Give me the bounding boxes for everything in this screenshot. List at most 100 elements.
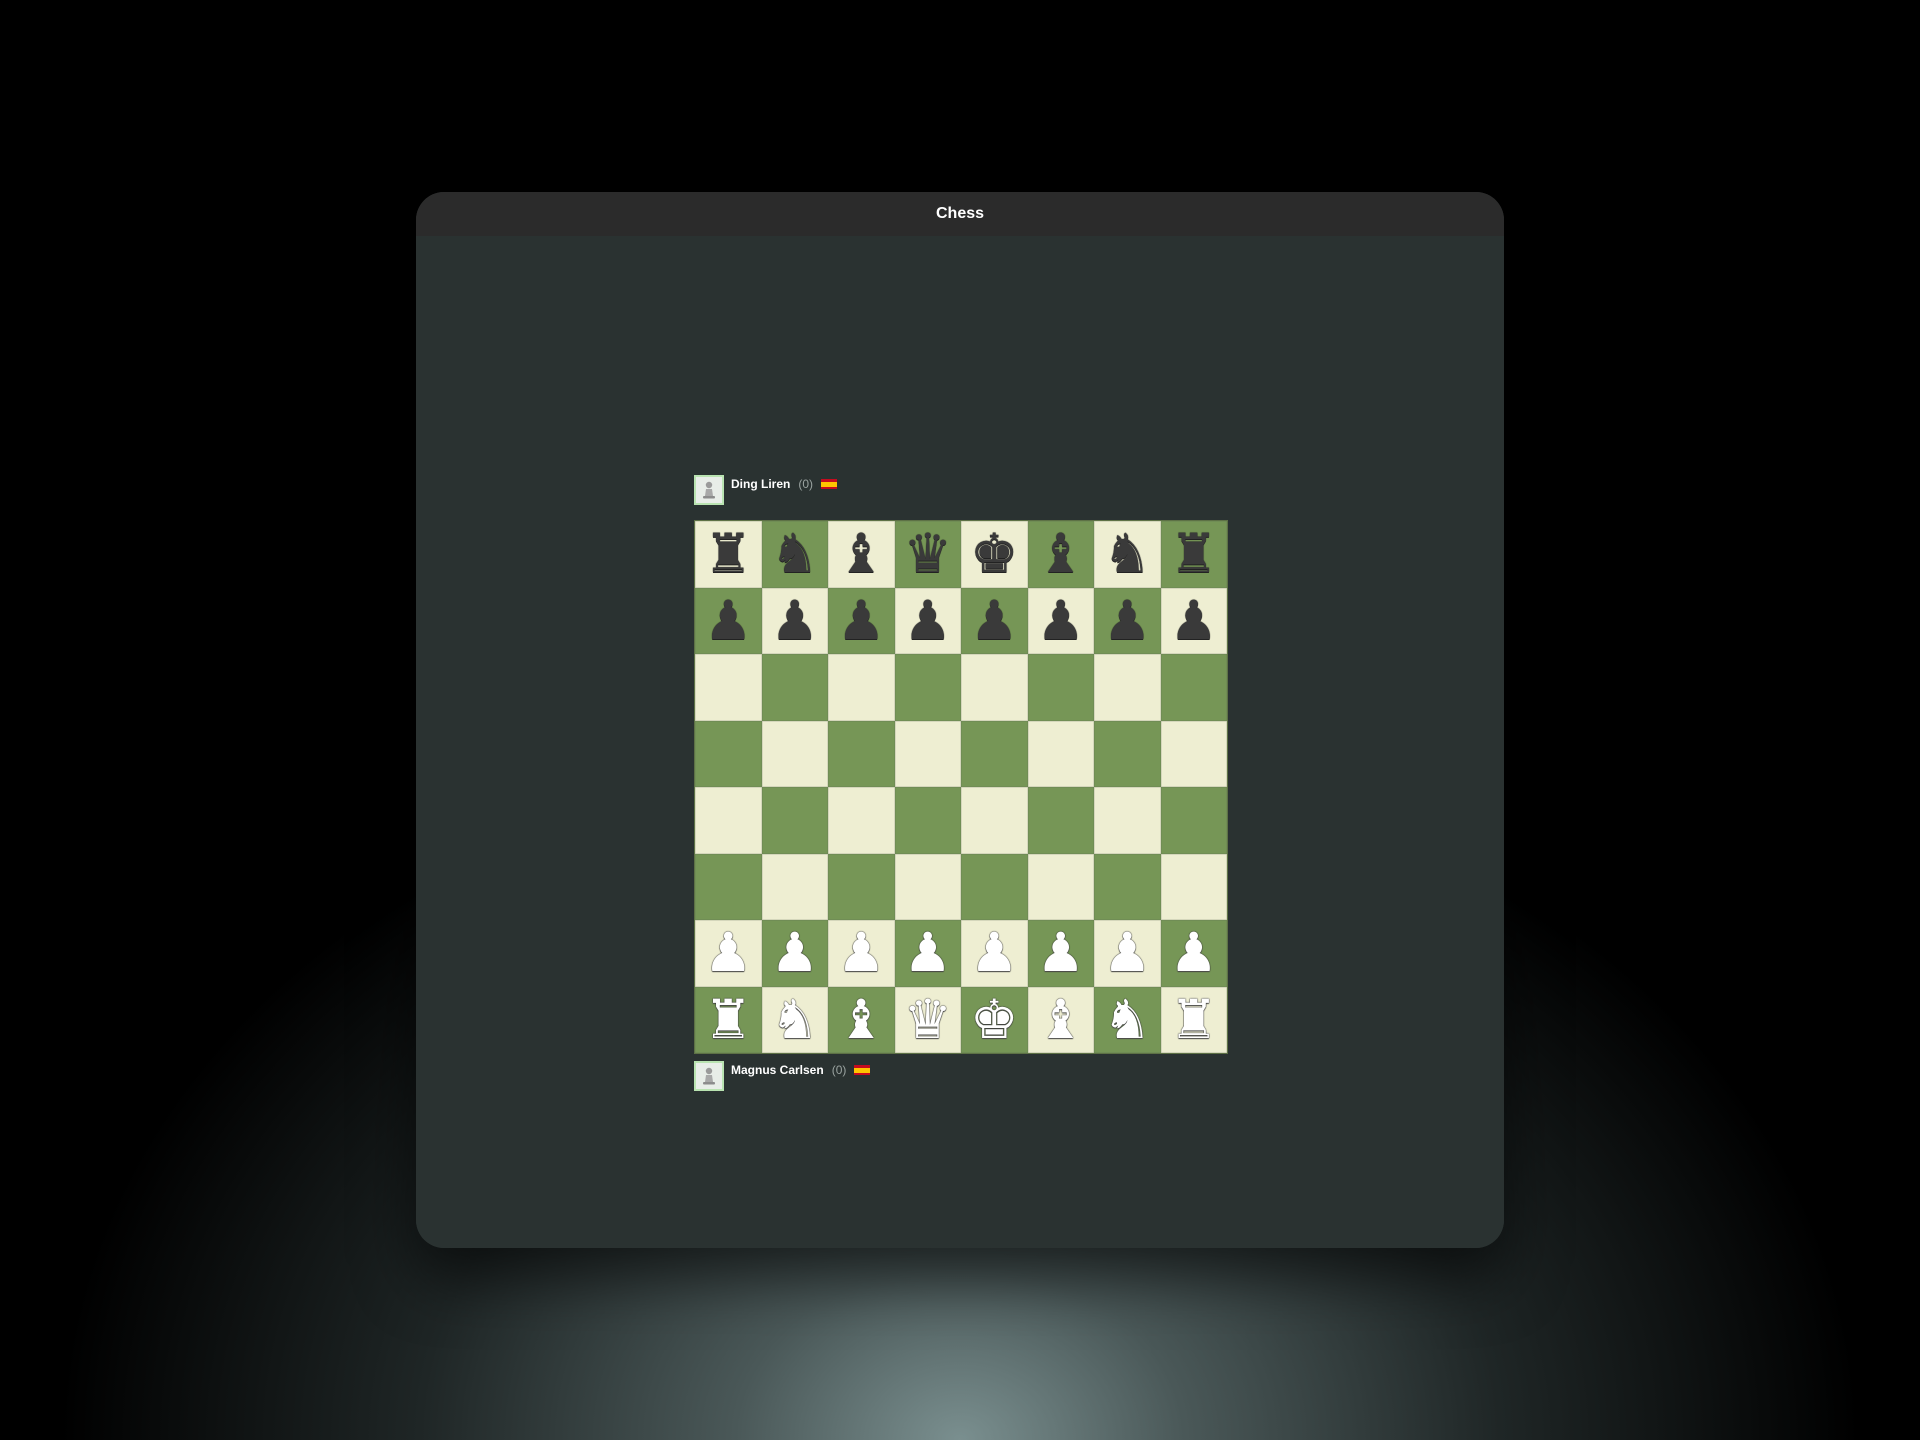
chess-board[interactable]: ♜ ♞ ♝ ♛ ♚ ♝ ♞ ♜ ♟ ♟ ♟ ♟ ♟ ♟ ♟ ♟ ♟ ♟ ♟ ♟ ♟ ♟ ♟ ♟ ♜ ♞ ♝ ♛ ♚ ♝ ♞ ♜	[694, 520, 1228, 1054]
black-knight-icon[interactable]: ♞	[771, 527, 819, 581]
square-c8[interactable]: ♝	[828, 521, 895, 588]
square-b7[interactable]: ♟	[761, 587, 828, 654]
black-pawn-icon[interactable]: ♟	[704, 593, 752, 648]
white-pawn-icon[interactable]: ♟	[837, 926, 885, 980]
square-h5[interactable]	[1160, 720, 1227, 787]
square-d7[interactable]: ♟	[894, 587, 961, 654]
square-d5[interactable]	[894, 720, 961, 787]
square-c1[interactable]: ♝	[828, 986, 895, 1053]
white-queen-icon[interactable]: ♛	[904, 992, 952, 1047]
square-d3[interactable]	[894, 853, 961, 920]
opponent-name[interactable]: Ding Liren	[731, 477, 790, 491]
square-f1[interactable]: ♝	[1027, 986, 1094, 1053]
black-rook-icon[interactable]: ♜	[1170, 527, 1218, 581]
square-b6[interactable]	[761, 654, 828, 721]
black-pawn-icon[interactable]: ♟	[837, 593, 885, 648]
player-name[interactable]: Magnus Carlsen	[731, 1063, 824, 1077]
white-pawn-icon[interactable]: ♟	[771, 926, 819, 980]
square-a5[interactable]	[695, 720, 762, 787]
square-b8[interactable]: ♞	[761, 521, 828, 588]
square-h3[interactable]	[1160, 853, 1227, 920]
square-c6[interactable]	[828, 654, 895, 721]
square-a4[interactable]	[695, 787, 762, 854]
square-b4[interactable]	[761, 787, 828, 854]
square-a1[interactable]: ♜	[695, 986, 762, 1053]
square-b1[interactable]: ♞	[761, 986, 828, 1053]
white-rook-icon[interactable]: ♜	[1170, 992, 1218, 1047]
square-a6[interactable]	[695, 654, 762, 721]
square-b3[interactable]	[761, 853, 828, 920]
square-e5[interactable]	[961, 720, 1028, 787]
square-h7[interactable]: ♟	[1160, 587, 1227, 654]
black-pawn-icon[interactable]: ♟	[1037, 593, 1085, 648]
square-c7[interactable]: ♟	[828, 587, 895, 654]
square-c4[interactable]	[828, 787, 895, 854]
square-h8[interactable]: ♜	[1160, 521, 1227, 588]
black-pawn-icon[interactable]: ♟	[904, 593, 952, 648]
square-e8[interactable]: ♚	[961, 521, 1028, 588]
square-a2[interactable]: ♟	[695, 920, 762, 987]
white-knight-icon[interactable]: ♞	[771, 992, 819, 1047]
square-d8[interactable]: ♛	[894, 521, 961, 588]
square-d2[interactable]: ♟	[894, 920, 961, 987]
square-g4[interactable]	[1094, 787, 1161, 854]
square-f4[interactable]	[1027, 787, 1094, 854]
square-f6[interactable]	[1027, 654, 1094, 721]
square-d4[interactable]	[894, 787, 961, 854]
square-f8[interactable]: ♝	[1027, 521, 1094, 588]
square-f3[interactable]	[1027, 853, 1094, 920]
black-bishop-icon[interactable]: ♝	[837, 527, 885, 581]
square-g5[interactable]	[1094, 720, 1161, 787]
square-h1[interactable]: ♜	[1160, 986, 1227, 1053]
black-king-icon[interactable]: ♚	[970, 527, 1018, 581]
opponent-avatar[interactable]	[694, 475, 724, 505]
square-h6[interactable]	[1160, 654, 1227, 721]
square-b2[interactable]: ♟	[761, 920, 828, 987]
white-king-icon[interactable]: ♚	[970, 992, 1018, 1047]
black-pawn-icon[interactable]: ♟	[771, 593, 819, 648]
square-e6[interactable]	[961, 654, 1028, 721]
black-bishop-icon[interactable]: ♝	[1037, 527, 1085, 581]
square-c5[interactable]	[828, 720, 895, 787]
square-f7[interactable]: ♟	[1027, 587, 1094, 654]
square-e7[interactable]: ♟	[961, 587, 1028, 654]
black-pawn-icon[interactable]: ♟	[1170, 593, 1218, 648]
black-pawn-icon[interactable]: ♟	[1103, 593, 1151, 648]
white-pawn-icon[interactable]: ♟	[970, 926, 1018, 980]
square-d1[interactable]: ♛	[894, 986, 961, 1053]
square-e4[interactable]	[961, 787, 1028, 854]
square-f5[interactable]	[1027, 720, 1094, 787]
square-c3[interactable]	[828, 853, 895, 920]
square-g6[interactable]	[1094, 654, 1161, 721]
white-rook-icon[interactable]: ♜	[704, 992, 752, 1047]
square-g1[interactable]: ♞	[1094, 986, 1161, 1053]
square-a3[interactable]	[695, 853, 762, 920]
square-d6[interactable]	[894, 654, 961, 721]
square-e2[interactable]: ♟	[961, 920, 1028, 987]
square-c2[interactable]: ♟	[828, 920, 895, 987]
black-pawn-icon[interactable]: ♟	[970, 593, 1018, 648]
square-e3[interactable]	[961, 853, 1028, 920]
square-a8[interactable]: ♜	[695, 521, 762, 588]
square-b5[interactable]	[761, 720, 828, 787]
white-pawn-icon[interactable]: ♟	[1037, 926, 1085, 980]
white-pawn-icon[interactable]: ♟	[704, 926, 752, 980]
white-bishop-icon[interactable]: ♝	[837, 992, 885, 1047]
square-g7[interactable]: ♟	[1094, 587, 1161, 654]
square-g2[interactable]: ♟	[1094, 920, 1161, 987]
white-knight-icon[interactable]: ♞	[1103, 992, 1151, 1047]
white-pawn-icon[interactable]: ♟	[1170, 926, 1218, 980]
player-avatar[interactable]	[694, 1061, 724, 1091]
black-knight-icon[interactable]: ♞	[1103, 527, 1151, 581]
white-pawn-icon[interactable]: ♟	[904, 926, 952, 980]
black-queen-icon[interactable]: ♛	[904, 527, 952, 581]
white-pawn-icon[interactable]: ♟	[1103, 926, 1151, 980]
square-h2[interactable]: ♟	[1160, 920, 1227, 987]
square-a7[interactable]: ♟	[695, 587, 762, 654]
square-g3[interactable]	[1094, 853, 1161, 920]
black-rook-icon[interactable]: ♜	[704, 527, 752, 581]
square-e1[interactable]: ♚	[961, 986, 1028, 1053]
square-f2[interactable]: ♟	[1027, 920, 1094, 987]
square-h4[interactable]	[1160, 787, 1227, 854]
square-g8[interactable]: ♞	[1094, 521, 1161, 588]
